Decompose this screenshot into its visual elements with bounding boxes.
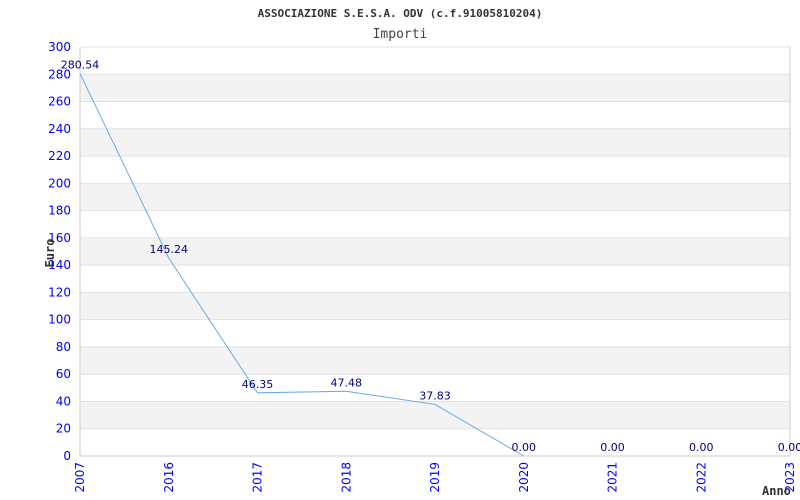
chart-title: ASSOCIAZIONE S.E.S.A. ODV (c.f.910058102… (258, 7, 543, 20)
x-tick-label: 2020 (517, 462, 531, 493)
x-tick-label: 2021 (606, 462, 620, 493)
x-tick-label: 2007 (73, 462, 87, 493)
grid-band (80, 346, 790, 375)
data-label: 46.35 (242, 378, 274, 391)
data-label: 0.00 (600, 441, 625, 454)
y-tick-label: 120 (48, 285, 71, 299)
line-chart: ASSOCIAZIONE S.E.S.A. ODV (c.f.910058102… (43, 7, 800, 498)
x-axis-label: Anno (762, 484, 791, 498)
data-label: 0.00 (778, 441, 800, 454)
y-tick-label: 60 (56, 367, 71, 381)
grid-band (80, 74, 790, 102)
grid-band (80, 292, 790, 320)
data-label: 280.54 (61, 59, 100, 72)
data-label: 0.00 (512, 441, 537, 454)
y-tick-label: 180 (48, 204, 71, 218)
x-tick-label: 2016 (162, 462, 176, 493)
data-label: 0.00 (689, 441, 714, 454)
y-tick-label: 200 (48, 176, 71, 190)
grid-band (80, 128, 790, 157)
y-tick-label: 100 (48, 313, 71, 327)
y-tick-label: 0 (63, 449, 71, 463)
x-tick-label: 2019 (428, 462, 442, 493)
x-tick-label: 2022 (694, 462, 708, 493)
y-tick-label: 220 (48, 149, 71, 163)
y-tick-label: 20 (56, 422, 71, 436)
data-label: 37.83 (419, 389, 451, 402)
x-tick-label: 2018 (339, 462, 353, 493)
y-axis-label: Euro (43, 239, 57, 268)
grid-band (80, 401, 790, 429)
y-tick-label: 260 (48, 95, 71, 109)
y-tick-label: 80 (56, 340, 71, 354)
grid-band (80, 183, 790, 211)
y-tick-label: 240 (48, 122, 71, 136)
data-label: 145.24 (150, 243, 189, 256)
chart-subtitle: Importi (373, 27, 428, 42)
y-tick-label: 40 (56, 394, 71, 408)
y-tick-label: 300 (48, 40, 71, 54)
x-tick-label: 2017 (251, 462, 265, 493)
data-label: 47.48 (331, 376, 363, 389)
